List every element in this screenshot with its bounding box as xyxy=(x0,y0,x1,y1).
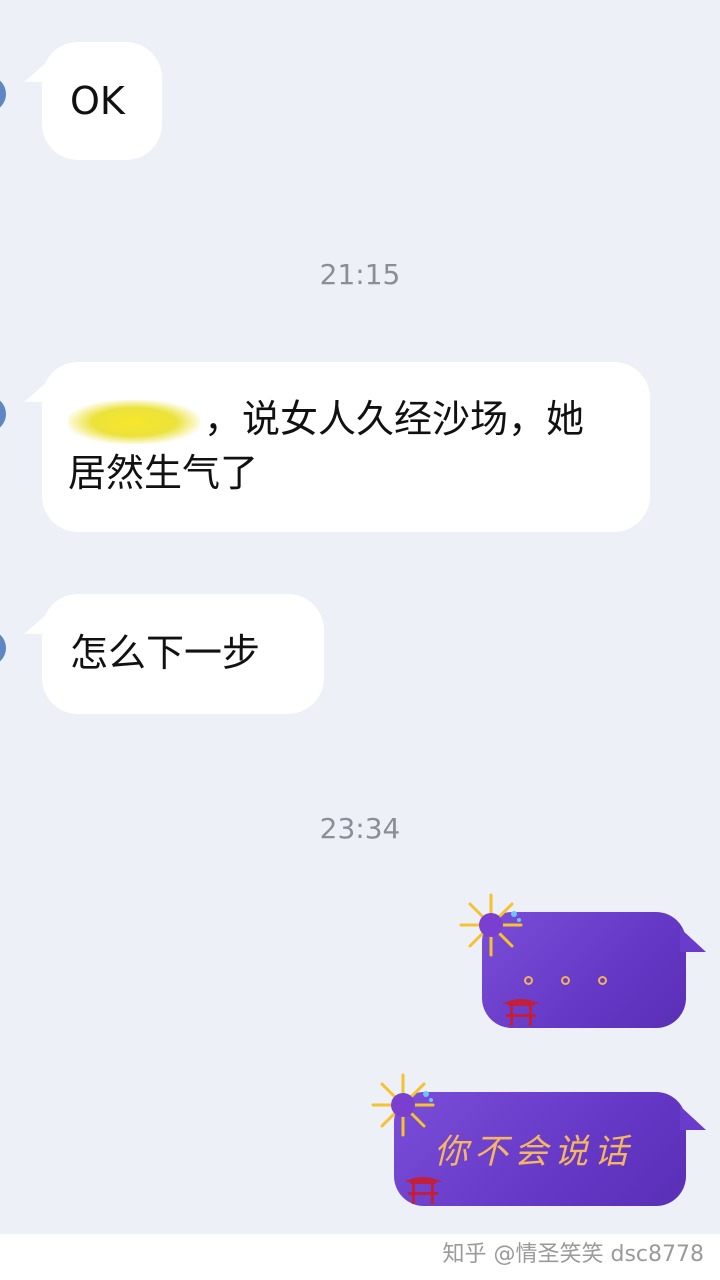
outgoing-message-bubble[interactable] xyxy=(459,893,686,1028)
message-line: ，说女人久经沙场，她 xyxy=(68,392,624,446)
outgoing-message-bubble[interactable]: 你不会说话 xyxy=(371,1073,686,1206)
message-text: OK xyxy=(70,79,125,123)
ellipsis-dot xyxy=(561,976,570,985)
firework-icon xyxy=(371,1073,435,1137)
incoming-message-bubble[interactable]: 怎么下一步 xyxy=(42,594,324,714)
contact-avatar[interactable] xyxy=(0,630,6,666)
contact-avatar[interactable] xyxy=(0,396,6,432)
incoming-message-bubble[interactable]: OK xyxy=(42,42,162,160)
message-text: 你不会说话 xyxy=(434,1132,634,1172)
pavilion-icon xyxy=(404,1177,442,1204)
ellipsis-dot xyxy=(524,976,533,985)
message-line: 居然生气了 xyxy=(68,451,259,495)
redacted-name xyxy=(68,399,200,444)
contact-avatar[interactable] xyxy=(0,76,6,112)
message-text: 怎么下一步 xyxy=(70,631,261,675)
incoming-message-bubble[interactable]: ，说女人久经沙场，她 居然生气了 xyxy=(42,362,650,532)
firework-icon xyxy=(459,893,523,957)
pavilion-icon xyxy=(502,999,540,1026)
ellipsis-dot xyxy=(598,976,607,985)
bubble-tail xyxy=(680,1106,706,1130)
watermark: 知乎 @情圣笑笑 dsc8778 xyxy=(442,1242,705,1267)
timestamp: 23:34 xyxy=(319,812,401,845)
message-text xyxy=(524,976,607,985)
timestamp: 21:15 xyxy=(319,258,401,291)
message-text: ，说女人久经沙场，她 xyxy=(204,397,585,441)
bubble-tail xyxy=(680,928,706,952)
